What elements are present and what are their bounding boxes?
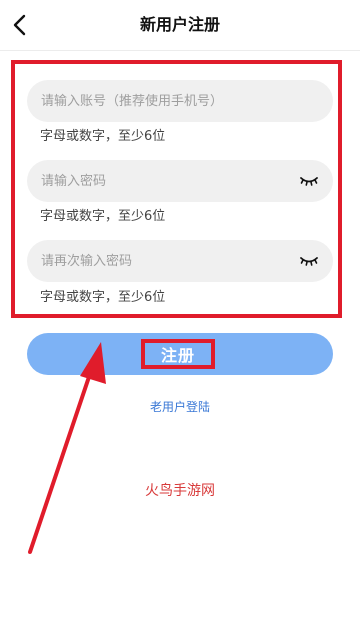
watermark-text: 火鸟手游网: [145, 483, 215, 499]
eye-closed-icon[interactable]: [299, 253, 319, 269]
account-field[interactable]: [27, 80, 333, 122]
register-annotation-box[interactable]: 注册: [141, 339, 215, 369]
confirm-password-hint: 字母或数字，至少6位: [40, 290, 166, 305]
password-hint: 字母或数字，至少6位: [40, 209, 166, 224]
confirm-password-field[interactable]: [27, 240, 333, 282]
confirm-password-input[interactable]: [41, 240, 291, 282]
header-bar: 新用户注册: [0, 0, 360, 51]
account-hint: 字母或数字，至少6位: [40, 129, 166, 144]
password-input[interactable]: [41, 160, 291, 202]
eye-closed-icon[interactable]: [299, 173, 319, 189]
existing-user-login-link[interactable]: 老用户登陆: [0, 398, 360, 415]
password-field[interactable]: [27, 160, 333, 202]
account-input[interactable]: [41, 80, 291, 122]
register-button-label: 注册: [160, 346, 195, 365]
page-title: 新用户注册: [139, 15, 220, 34]
